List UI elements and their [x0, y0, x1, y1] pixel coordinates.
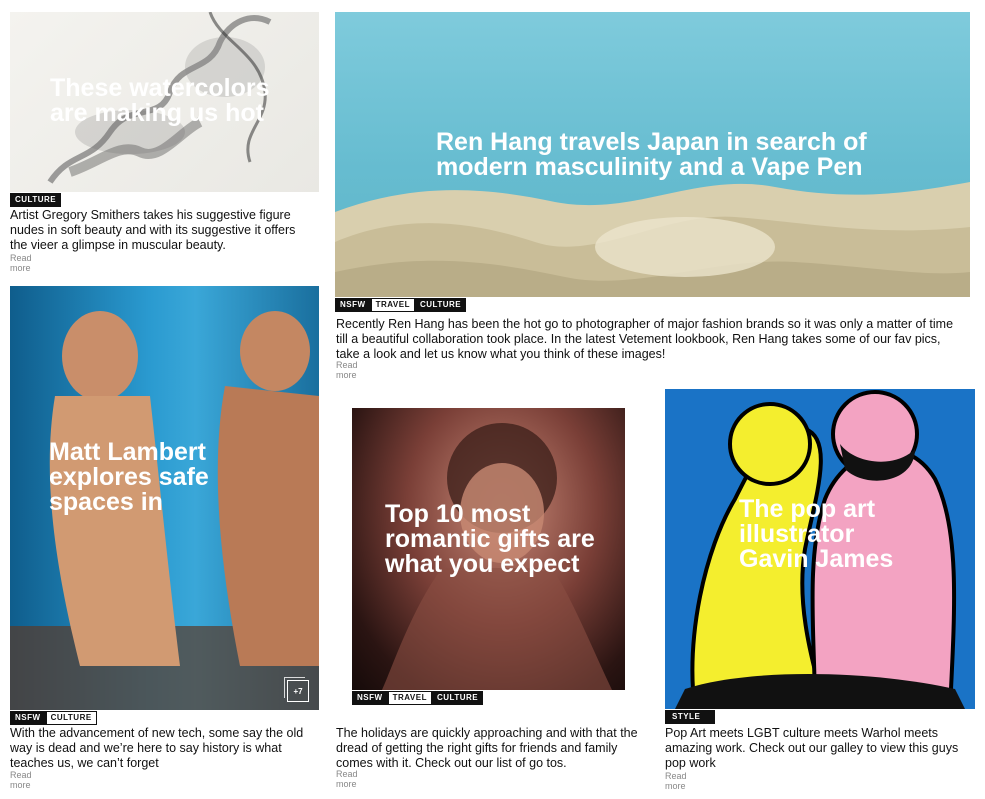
tag-travel[interactable]: TRAVEL [370, 298, 415, 312]
article-image-ren-hang[interactable]: Ren Hang travels Japan in search of mode… [335, 12, 970, 297]
tag-culture[interactable]: CULTURE [10, 193, 62, 207]
tag-list: CULTURE [10, 193, 62, 207]
tag-style[interactable]: STYLE [665, 710, 716, 724]
article-description: Artist Gregory Smithers takes his sugges… [10, 208, 296, 252]
read-more-link[interactable]: Read more [336, 360, 358, 380]
read-more-link[interactable]: Read more [10, 253, 32, 273]
read-more-link[interactable]: Read more [665, 771, 687, 791]
article-description: Recently Ren Hang has been the hot go to… [336, 317, 954, 361]
article-headline[interactable]: These watercolors are making us hot [50, 76, 300, 126]
tag-nsfw[interactable]: NSFW [352, 691, 388, 705]
article-headline[interactable]: The pop art illustrator Gavin James [739, 497, 909, 572]
tag-list: NSFW CULTURE [10, 711, 97, 725]
article-image-matt-lambert[interactable]: Matt Lambert explores safe spaces in +7 [10, 286, 319, 710]
tag-travel[interactable]: TRAVEL [387, 691, 432, 705]
tag-culture[interactable]: CULTURE [45, 711, 97, 725]
article-image-romantic-gifts[interactable]: Top 10 most romantic gifts are what you … [352, 408, 625, 690]
article-headline[interactable]: Ren Hang travels Japan in search of mode… [436, 130, 956, 180]
article-image-pop-art[interactable]: The pop art illustrator Gavin James [665, 389, 975, 709]
tag-nsfw[interactable]: NSFW [335, 298, 371, 312]
tag-nsfw[interactable]: NSFW [10, 711, 46, 725]
tag-list: NSFW TRAVEL CULTURE [352, 691, 484, 705]
article-headline[interactable]: Matt Lambert explores safe spaces in [49, 440, 249, 515]
article-image-watercolors[interactable]: These watercolors are making us hot [10, 12, 319, 192]
article-description: The holidays are quickly approaching and… [336, 726, 638, 770]
tag-list: STYLE [665, 710, 716, 724]
tag-culture[interactable]: CULTURE [414, 298, 467, 312]
tag-culture[interactable]: CULTURE [431, 691, 484, 705]
tag-list: NSFW TRAVEL CULTURE [335, 298, 467, 312]
gallery-icon[interactable]: +7 [284, 677, 309, 702]
article-description: Pop Art meets LGBT culture meets Warhol … [665, 726, 959, 770]
article-headline[interactable]: Top 10 most romantic gifts are what you … [385, 502, 620, 577]
read-more-link[interactable]: Read more [336, 769, 358, 789]
article-description: With the advancement of new tech, some s… [10, 726, 304, 770]
gallery-count: +7 [293, 687, 303, 696]
read-more-link[interactable]: Read more [10, 770, 32, 790]
